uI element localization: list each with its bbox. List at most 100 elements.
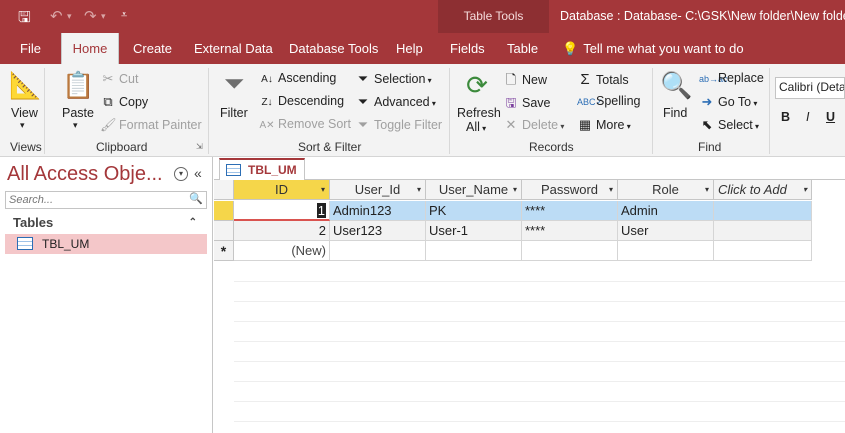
descending-button[interactable]: Z↓ Descending <box>259 94 344 108</box>
table-cell-id[interactable]: 2 <box>234 221 330 241</box>
nav-menu-chevron-icon[interactable]: ▾ <box>174 167 188 181</box>
table-cell-user-name[interactable]: User-1 <box>426 221 522 241</box>
advanced-button[interactable]: ⏷ Advanced ▾ <box>355 94 436 110</box>
nav-pane-title[interactable]: All Access Obje... <box>7 163 163 186</box>
remove-sort-button[interactable]: A✕ Remove Sort <box>259 117 350 131</box>
chevron-down-icon[interactable]: ▾ <box>321 180 325 200</box>
column-header-password[interactable]: Password ▾ <box>522 180 618 200</box>
chevron-down-icon: ▾ <box>752 122 759 131</box>
tab-file[interactable]: File <box>20 33 41 64</box>
column-header-role[interactable]: Role ▾ <box>618 180 714 200</box>
select-all-corner[interactable] <box>214 180 234 200</box>
shutter-bar-close-icon[interactable]: « <box>194 165 202 181</box>
column-header-click-to-add[interactable]: Click to Add ▾ <box>714 180 812 200</box>
search-input[interactable] <box>6 192 188 208</box>
undo-dropdown-icon[interactable]: ▾ <box>67 11 72 22</box>
table-cell-empty[interactable] <box>714 201 812 221</box>
column-header-user-id[interactable]: User_Id ▾ <box>330 180 426 200</box>
table-cell-user-id[interactable]: Admin123 <box>330 201 426 221</box>
refresh-all-text: All <box>466 120 480 134</box>
select-button[interactable]: ⬉ Select ▾ <box>699 117 759 133</box>
table-cell-role[interactable]: User <box>618 221 714 241</box>
dialog-launcher-icon[interactable]: ⇲ <box>196 142 203 151</box>
tab-external-data[interactable]: External Data <box>194 33 273 64</box>
new-record-button[interactable]: 🗋 New <box>503 71 547 93</box>
italic-button[interactable]: I <box>806 110 809 124</box>
chevron-down-icon[interactable]: ▾ <box>417 180 421 200</box>
tab-database-tools[interactable]: Database Tools <box>289 33 378 64</box>
paste-button[interactable]: Paste <box>62 106 94 120</box>
save-record-button[interactable]: 🖫 Save <box>503 94 550 116</box>
paste-dropdown-icon[interactable]: ▾ <box>73 120 78 131</box>
more-button[interactable]: ▦ More ▾ <box>577 117 631 133</box>
more-label: More <box>596 118 625 132</box>
spelling-button[interactable]: ABC✓Spelling <box>577 94 640 108</box>
find-button[interactable]: Find <box>663 106 687 120</box>
row-selector[interactable] <box>214 221 234 241</box>
table-cell-empty[interactable] <box>330 241 426 261</box>
tab-fields[interactable]: Fields <box>450 33 485 64</box>
tab-create[interactable]: Create <box>133 33 172 64</box>
customize-quick-access-icon[interactable]: ⩡ <box>121 9 127 22</box>
nav-category-tables[interactable]: Tables ⌃ <box>5 213 207 233</box>
table-cell-password[interactable]: **** <box>522 221 618 241</box>
delete-record-button[interactable]: ✕ Delete ▾ <box>503 117 565 133</box>
column-header-label: ID <box>275 182 288 197</box>
table-cell-password[interactable]: **** <box>522 201 618 221</box>
copy-label: Copy <box>119 95 149 109</box>
undo-icon[interactable]: ↶ <box>50 7 63 25</box>
new-row-marker[interactable]: * <box>214 241 234 261</box>
chevron-down-icon[interactable]: ▾ <box>609 180 613 200</box>
copy-button[interactable]: ⧉ Copy <box>100 94 148 110</box>
totals-button[interactable]: Σ Totals <box>577 71 628 88</box>
view-icon: 📐 <box>9 70 42 100</box>
chevron-down-icon[interactable]: ▾ <box>513 180 517 200</box>
tab-home[interactable]: Home <box>61 33 119 64</box>
document-tab-tbl-um[interactable]: TBL_UM <box>219 158 305 181</box>
table-cell-id[interactable]: 1 <box>234 201 330 221</box>
selection-button[interactable]: ⏷ Selection ▾ <box>355 71 432 87</box>
cut-button[interactable]: ✂ Cut <box>100 71 139 87</box>
view-button[interactable]: View <box>11 106 38 120</box>
save-icon[interactable]: 🖫 <box>18 7 31 32</box>
chevron-down-icon[interactable]: ▾ <box>705 180 709 200</box>
table-cell-user-id[interactable]: User123 <box>330 221 426 241</box>
replace-button[interactable]: ab→acReplace <box>699 71 764 85</box>
chevron-down-icon[interactable]: ▾ <box>803 180 807 200</box>
toggle-filter-button[interactable]: ⏷ Toggle Filter <box>355 117 442 133</box>
row-selector[interactable] <box>214 201 234 221</box>
bold-button[interactable]: B <box>781 110 790 124</box>
view-dropdown-icon[interactable]: ▾ <box>20 120 25 131</box>
search-icon[interactable]: 🔍 <box>189 192 203 205</box>
font-name-box[interactable]: Calibri (Detail) <box>775 77 845 99</box>
spelling-icon: ABC✓ <box>577 97 604 107</box>
table-cell-empty[interactable] <box>714 241 812 261</box>
format-painter-button[interactable]: 🖌 Format Painter <box>100 117 202 133</box>
column-header-user-name[interactable]: User_Name ▾ <box>426 180 522 200</box>
refresh-all-label[interactable]: All ▾ <box>466 120 486 134</box>
select-label: Select <box>718 118 753 132</box>
selection-filter-icon: ⏷ <box>357 71 369 86</box>
refresh-all-button[interactable]: Refresh <box>457 106 501 120</box>
new-row-id-cell[interactable]: (New) <box>234 241 330 261</box>
table-cell-empty[interactable] <box>714 221 812 241</box>
filter-button[interactable]: Filter <box>220 106 248 120</box>
collapse-category-icon[interactable]: ⌃ <box>189 213 197 233</box>
goto-label: Go To <box>718 95 752 109</box>
nav-item-tbl-um[interactable]: TBL_UM <box>5 234 207 254</box>
redo-icon[interactable]: ↷ <box>84 7 97 25</box>
table-cell-user-name[interactable]: PK <box>426 201 522 221</box>
ascending-button[interactable]: A↓ Ascending <box>259 71 336 85</box>
column-header-id[interactable]: ID ▾ <box>234 180 330 200</box>
table-cell-role[interactable]: Admin <box>618 201 714 221</box>
table-cell-empty[interactable] <box>618 241 714 261</box>
table-cell-empty[interactable] <box>426 241 522 261</box>
tell-me-box[interactable]: 💡 Tell me what you want to do <box>562 33 744 64</box>
goto-button[interactable]: ➜ Go To ▾ <box>699 94 758 110</box>
tab-help[interactable]: Help <box>396 33 423 64</box>
underline-button[interactable]: U <box>826 110 835 124</box>
redo-dropdown-icon[interactable]: ▾ <box>101 11 106 22</box>
group-label-views: Views <box>10 140 42 154</box>
table-cell-empty[interactable] <box>522 241 618 261</box>
tab-table[interactable]: Table <box>507 33 538 64</box>
